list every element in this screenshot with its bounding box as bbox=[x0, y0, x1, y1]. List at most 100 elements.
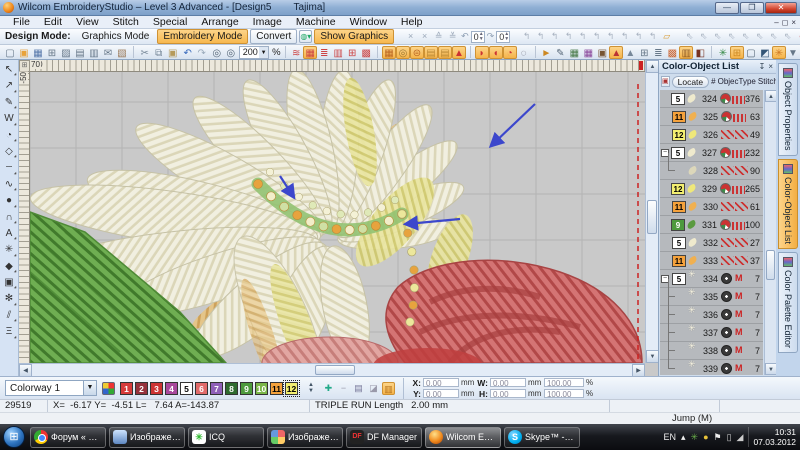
minimize-button[interactable]: — bbox=[715, 2, 739, 14]
insert-design-icon[interactable]: ⊞ bbox=[45, 46, 59, 59]
show-stitches-icon[interactable]: ≋ bbox=[289, 46, 303, 59]
colorway-dropdown-arrow[interactable]: ▼ bbox=[83, 381, 96, 395]
start-button[interactable]: ⊞ bbox=[3, 426, 25, 448]
check-icon[interactable]: ◩ bbox=[758, 46, 772, 59]
show-outlines-icon[interactable]: ▥ bbox=[331, 46, 345, 59]
new-design-icon[interactable]: ▢ bbox=[3, 46, 17, 59]
folder-icon[interactable]: ▱ bbox=[660, 30, 673, 43]
object-row[interactable]: − 11 330 61 bbox=[660, 198, 763, 216]
notes-icon[interactable]: ▢ bbox=[744, 46, 758, 59]
menu-item[interactable]: Arrange bbox=[194, 16, 245, 28]
object-row[interactable]: − 5 327 232 bbox=[660, 144, 763, 162]
print-icon[interactable]: ▤ bbox=[73, 46, 87, 59]
palette-color-chip[interactable]: 4 bbox=[165, 382, 178, 395]
zoom-box-icon[interactable]: ◎ bbox=[210, 46, 224, 59]
select-mode-5-icon[interactable]: ⇖ bbox=[739, 30, 752, 43]
knife-tool[interactable]: ✎ bbox=[1, 95, 17, 111]
travel-6-icon[interactable]: ↰ bbox=[590, 30, 603, 43]
remove-color-icon[interactable]: − bbox=[337, 382, 350, 395]
vertical-scrollbar[interactable]: ▲ ▼ bbox=[645, 60, 658, 363]
docked-panel-tab[interactable]: Object Properties bbox=[778, 63, 798, 156]
object-row[interactable]: − 11 325 63 bbox=[660, 108, 763, 126]
zoom-icon[interactable]: ◎ bbox=[224, 46, 238, 59]
zoom-dropdown-arrow[interactable]: ▼ bbox=[259, 47, 268, 58]
ruler-origin-button[interactable]: ⊞ bbox=[19, 60, 30, 72]
mdi-restore-button[interactable]: ◻ bbox=[782, 18, 789, 27]
redo-travel-icon[interactable]: ↷ bbox=[487, 30, 495, 43]
menu-item[interactable]: Stitch bbox=[106, 16, 146, 28]
travel-1-icon[interactable]: ↰ bbox=[520, 30, 533, 43]
open-design-icon[interactable]: ▣ bbox=[17, 46, 31, 59]
h-field[interactable]: 0.00 bbox=[490, 389, 526, 399]
y-field[interactable]: 0.00 bbox=[423, 389, 459, 399]
x-field[interactable]: 0.00 bbox=[423, 378, 459, 388]
vertical-scroll-thumb[interactable] bbox=[647, 200, 657, 234]
palette-color-chip[interactable]: 8 bbox=[225, 382, 238, 395]
select-mode-3-icon[interactable]: ⇖ bbox=[711, 30, 724, 43]
select-mode-1-icon[interactable]: ⇖ bbox=[683, 30, 696, 43]
monogram-tool[interactable]: A bbox=[1, 226, 17, 242]
palette-color-chip[interactable]: 7 bbox=[210, 382, 223, 395]
select-mode-2-icon[interactable]: ⇖ bbox=[697, 30, 710, 43]
undo-icon[interactable]: ↶ bbox=[181, 46, 195, 59]
thread-chart-icon[interactable]: ▥ bbox=[382, 382, 395, 395]
embroidery-design-canvas[interactable] bbox=[30, 72, 645, 363]
menu-item[interactable]: Help bbox=[394, 16, 430, 28]
tray-flag-icon[interactable]: ⚑ bbox=[714, 432, 722, 443]
overlock-icon[interactable]: ⊞ bbox=[730, 46, 744, 59]
tray-network-icon[interactable]: ◢ bbox=[737, 432, 744, 443]
lettering-tool[interactable]: W bbox=[1, 111, 17, 127]
add-color-icon[interactable]: ✚ bbox=[322, 382, 335, 395]
menu-item[interactable]: Image bbox=[246, 16, 289, 28]
show-ring-icon[interactable]: ⊜ bbox=[410, 46, 424, 59]
save-design-icon[interactable]: ▦ bbox=[31, 46, 45, 59]
close-button[interactable]: ✕ bbox=[765, 2, 797, 14]
raise-icon[interactable]: ≙ bbox=[432, 30, 445, 43]
motif-fill-icon[interactable]: ◔ bbox=[503, 46, 517, 59]
w-field[interactable]: 0.00 bbox=[490, 378, 526, 388]
show-needle-points-icon[interactable]: ▦ bbox=[303, 46, 317, 59]
object-row[interactable]: − 12 326 49 bbox=[660, 126, 763, 144]
design-properties-icon[interactable]: ▧ bbox=[115, 46, 129, 59]
closed-shape-tool[interactable]: ◇ bbox=[1, 144, 17, 160]
travel-5-icon[interactable]: ↰ bbox=[576, 30, 589, 43]
maximize-button[interactable]: ❐ bbox=[740, 2, 764, 14]
palette-color-chip[interactable]: 12 bbox=[285, 382, 298, 395]
show-design-icon[interactable]: ▤ bbox=[438, 46, 452, 59]
menu-item[interactable]: Special bbox=[146, 16, 194, 28]
hide-colors-icon[interactable]: ◪ bbox=[367, 382, 380, 395]
locate-button[interactable]: Locate bbox=[672, 76, 710, 88]
travel-9-icon[interactable]: ↰ bbox=[632, 30, 645, 43]
select-mode-6-icon[interactable]: ⇖ bbox=[753, 30, 766, 43]
travel-10-icon[interactable]: ↰ bbox=[646, 30, 659, 43]
travel-3-icon[interactable]: ↰ bbox=[548, 30, 561, 43]
show-functions-icon[interactable]: ▩ bbox=[359, 46, 373, 59]
taskbar-item[interactable]: Wilcom Emb… bbox=[425, 427, 501, 448]
plant-icon[interactable]: ✳ bbox=[772, 46, 786, 59]
filter-icon[interactable]: ▼ bbox=[786, 46, 800, 59]
cut-icon[interactable]: ✂ bbox=[138, 46, 152, 59]
mdi-minimize-button[interactable]: – bbox=[774, 18, 778, 27]
list-scrollbar[interactable]: ▲ ▼ bbox=[764, 90, 776, 375]
diamond-tool[interactable]: ◆ bbox=[1, 259, 17, 275]
palette-color-chip[interactable]: 5 bbox=[180, 382, 193, 395]
block-tool[interactable]: ▣ bbox=[1, 275, 17, 291]
undo-count-field[interactable]: 0▲▼ bbox=[471, 31, 485, 43]
menu-item[interactable]: Window bbox=[343, 16, 394, 28]
horizontal-scroll-thumb[interactable] bbox=[315, 365, 355, 375]
object-row[interactable]: − 5 324 376 bbox=[660, 90, 763, 108]
width-scale-field[interactable]: 100.00 bbox=[544, 378, 584, 388]
object-row[interactable]: − 11 333 37 bbox=[660, 252, 763, 270]
colorway-select[interactable]: Colorway 1 ▼ bbox=[5, 380, 97, 396]
taskbar-item[interactable]: Изображен… bbox=[267, 427, 343, 448]
object-row[interactable]: − 335 7 bbox=[660, 288, 763, 306]
redo-icon[interactable]: ↷ bbox=[195, 46, 209, 59]
person-red-icon[interactable]: ▲ bbox=[609, 46, 623, 59]
resequence-icon[interactable]: ▣ bbox=[661, 76, 670, 87]
palette-color-chip[interactable]: 9 bbox=[240, 382, 253, 395]
stitch-edit-icon[interactable]: ✎ bbox=[553, 46, 567, 59]
export-machine-icon[interactable]: ▨ bbox=[59, 46, 73, 59]
reshape-tool[interactable]: ↗ bbox=[1, 78, 17, 94]
panel-close-icon[interactable]: × bbox=[768, 62, 773, 71]
appliance-tool[interactable]: ✳ bbox=[1, 242, 17, 258]
